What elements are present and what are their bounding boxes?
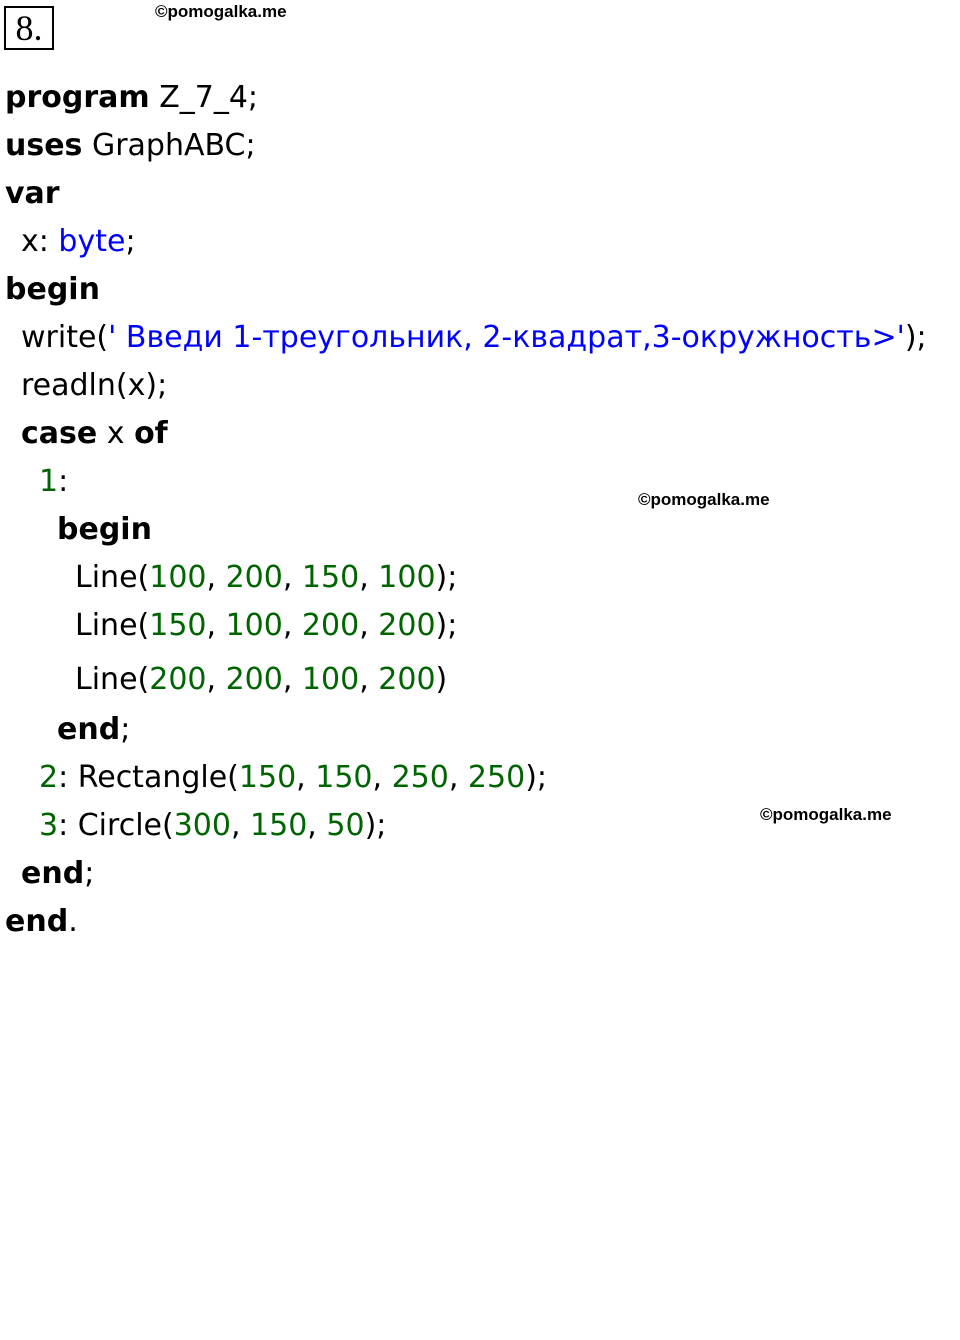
- code-line-program: program Z_7_4;: [5, 80, 258, 115]
- number-literal: 300: [173, 808, 231, 843]
- number-literal: 100: [225, 608, 283, 643]
- number-literal: 250: [391, 760, 449, 795]
- keyword: program: [5, 80, 150, 115]
- watermark-top: ©pomogalka.me: [155, 2, 287, 21]
- code-line-readln: readln(x);: [21, 368, 167, 403]
- number-literal: 150: [315, 760, 373, 795]
- keyword: end: [5, 904, 69, 939]
- number-literal: 200: [378, 662, 436, 697]
- code-text: : Rectangle(: [58, 760, 239, 795]
- code-text: );: [435, 560, 458, 595]
- code-text: ;: [84, 856, 95, 891]
- code-text: x:: [21, 224, 59, 259]
- watermark-middle: ©pomogalka.me: [638, 490, 770, 509]
- code-line-line-3: Line(200, 200, 100, 200): [75, 662, 448, 697]
- number-literal: 200: [378, 608, 436, 643]
- keyword: var: [5, 176, 60, 211]
- code-text: Line(: [75, 662, 150, 697]
- keyword: begin: [5, 272, 100, 307]
- watermark-bottom: ©pomogalka.me: [760, 805, 892, 824]
- code-text: GraphABC;: [82, 128, 256, 163]
- code-text: ;: [125, 224, 136, 259]
- code-text: .: [68, 904, 78, 939]
- number-literal: 250: [467, 760, 526, 795]
- code-text: ): [435, 662, 448, 697]
- code-text: Line(: [75, 608, 150, 643]
- number-literal: 150: [238, 760, 297, 795]
- number-literal: 150: [301, 560, 360, 595]
- code-line-line-2: Line(150, 100, 200, 200);: [75, 608, 458, 643]
- code-text: );: [525, 760, 547, 795]
- code-block: program Z_7_4; uses GraphABC; var x: byt…: [5, 80, 927, 1340]
- keyword: of: [134, 416, 168, 451]
- keyword: begin: [57, 512, 152, 547]
- number-literal: 1: [39, 464, 59, 499]
- number-literal: 150: [149, 608, 207, 643]
- code-line-inner-end: end;: [57, 712, 130, 747]
- code-text: readln(x);: [21, 368, 168, 403]
- code-line-uses: uses GraphABC;: [5, 128, 256, 163]
- keyword: case: [21, 416, 98, 451]
- code-line-case-3: 3: Circle(300, 150, 50);: [39, 808, 387, 843]
- code-text: : Circle(: [58, 808, 174, 843]
- number-literal: 200: [225, 560, 283, 595]
- keyword: end: [57, 712, 121, 747]
- code-line-case-2: 2: Rectangle(150, 150, 250, 250);: [39, 760, 547, 795]
- type-name: byte: [58, 224, 126, 259]
- code-line-case-1: 1:: [39, 464, 68, 499]
- code-line-var: var: [5, 176, 60, 211]
- code-line-var-decl: x: byte;: [21, 224, 136, 259]
- number-literal: 150: [250, 808, 308, 843]
- code-text: :: [58, 464, 69, 499]
- number-literal: 200: [149, 662, 207, 697]
- code-text: write(: [21, 320, 109, 355]
- number-literal: 2: [39, 760, 59, 795]
- code-line-inner-begin: begin: [57, 512, 152, 547]
- code-line-case-end: end;: [21, 856, 94, 891]
- number-literal: 3: [39, 808, 59, 843]
- code-text: Line(: [75, 560, 150, 595]
- number-literal: 50: [326, 808, 365, 843]
- keyword: end: [21, 856, 85, 891]
- code-line-write: write(' Введи 1-треугольник, 2-квадрат,3…: [21, 320, 927, 355]
- code-line-line-1: Line(100, 200, 150, 100);: [75, 560, 458, 595]
- number-literal: 100: [378, 560, 436, 595]
- string-literal: ' Введи 1-треугольник, 2-квадрат,3-окруж…: [108, 320, 905, 355]
- number-literal: 100: [301, 662, 360, 697]
- code-text: Z_7_4;: [149, 80, 259, 115]
- code-line-case: case x of: [21, 416, 168, 451]
- code-text: );: [904, 320, 927, 355]
- code-text: ;: [120, 712, 131, 747]
- code-line-begin: begin: [5, 272, 100, 307]
- number-literal: 200: [225, 662, 283, 697]
- number-literal: 100: [149, 560, 207, 595]
- keyword: uses: [5, 128, 83, 163]
- code-line-program-end: end.: [5, 904, 78, 939]
- code-text: );: [364, 808, 387, 843]
- code-text: );: [435, 608, 458, 643]
- code-text: x: [97, 416, 135, 451]
- task-number-box: 8.: [4, 6, 54, 50]
- number-literal: 200: [301, 608, 360, 643]
